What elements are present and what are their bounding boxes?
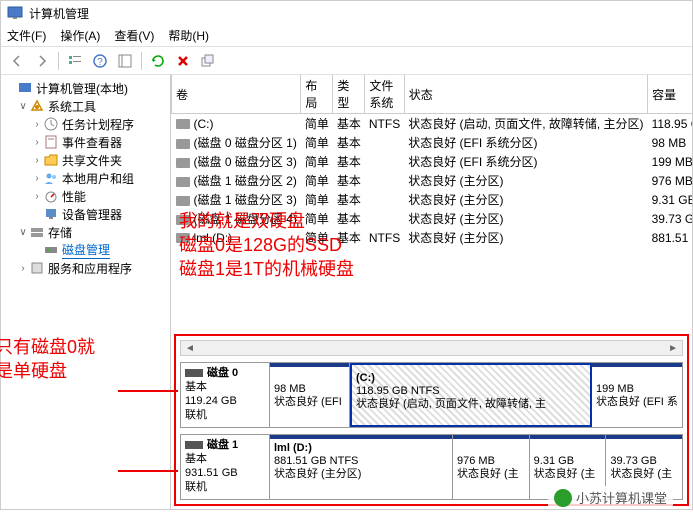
tree-sidebar: 计算机管理(本地) ∨系统工具 ›任务计划程序 ›事件查看器 ›共享文件夹 ›本… <box>1 75 171 509</box>
tree-system-tools[interactable]: ∨系统工具 <box>3 97 168 115</box>
disk1-partition-d[interactable]: lml (D:)881.51 GB NTFS状态良好 (主分区) <box>270 435 453 499</box>
tree-local-users[interactable]: ›本地用户和组 <box>3 169 168 187</box>
disk0-partition-1[interactable]: 98 MB状态良好 (EFI <box>270 363 350 427</box>
table-row[interactable]: (C:)简单基本NTFS状态良好 (启动, 页面文件, 故障转储, 主分区)11… <box>172 114 693 134</box>
col-type[interactable]: 类型 <box>333 75 365 114</box>
menu-action[interactable]: 操作(A) <box>60 27 100 44</box>
settings-button[interactable] <box>114 50 136 72</box>
window-title: 计算机管理 <box>29 5 89 22</box>
title-bar: 计算机管理 <box>1 1 692 25</box>
disk-0-header[interactable]: 磁盘 0 基本 119.24 GB 联机 <box>180 362 270 428</box>
col-fs[interactable]: 文件系统 <box>365 75 404 114</box>
tree-storage[interactable]: ∨存储 <box>3 223 168 241</box>
delete-button[interactable] <box>172 50 194 72</box>
col-capacity[interactable]: 容量 <box>648 75 692 114</box>
disk0-partition-3[interactable]: 199 MB状态良好 (EFI 系 <box>592 363 682 427</box>
col-layout[interactable]: 布局 <box>301 75 333 114</box>
table-row[interactable]: (磁盘 1 磁盘分区 4)简单基本状态良好 (主分区)39.73 GB39 <box>172 209 693 228</box>
tree-device-manager[interactable]: 设备管理器 <box>3 205 168 223</box>
watermark: 小苏计算机课堂 <box>548 486 673 509</box>
table-row[interactable]: (磁盘 0 磁盘分区 3)简单基本状态良好 (EFI 系统分区)199 MB19 <box>172 152 693 171</box>
scroll-indicator[interactable]: ◄► <box>180 340 683 356</box>
table-row[interactable]: (磁盘 1 磁盘分区 3)简单基本状态良好 (主分区)9.31 GB9.3 <box>172 190 693 209</box>
tree-services[interactable]: ›服务和应用程序 <box>3 259 168 277</box>
menu-file[interactable]: 文件(F) <box>7 27 46 44</box>
menu-view[interactable]: 查看(V) <box>114 27 154 44</box>
tree-event-viewer[interactable]: ›事件查看器 <box>3 133 168 151</box>
tree-performance[interactable]: ›性能 <box>3 187 168 205</box>
menu-bar: 文件(F) 操作(A) 查看(V) 帮助(H) <box>1 25 692 47</box>
help-button[interactable]: ? <box>89 50 111 72</box>
col-status[interactable]: 状态 <box>404 75 647 114</box>
properties-button[interactable] <box>197 50 219 72</box>
table-row[interactable]: (磁盘 1 磁盘分区 2)简单基本状态良好 (主分区)976 MB97 <box>172 171 693 190</box>
back-button[interactable] <box>6 50 28 72</box>
disk-graphical-area: ◄► 磁盘 0 基本 119.24 GB 联机 98 MB状态良好 (EFI (… <box>174 334 689 506</box>
tree-task-scheduler[interactable]: ›任务计划程序 <box>3 115 168 133</box>
toolbar: ? <box>1 47 692 75</box>
view-button[interactable] <box>64 50 86 72</box>
main-panel: 卷 布局 类型 文件系统 状态 容量 可 (C:)简单基本NTFS状态良好 (启… <box>171 75 692 509</box>
tree-root[interactable]: 计算机管理(本地) <box>3 79 168 97</box>
tree-shared-folders[interactable]: ›共享文件夹 <box>3 151 168 169</box>
svg-text:?: ? <box>97 57 103 68</box>
menu-help[interactable]: 帮助(H) <box>168 27 209 44</box>
app-icon <box>7 5 23 21</box>
forward-button[interactable] <box>31 50 53 72</box>
disk1-partition-2[interactable]: 976 MB状态良好 (主 <box>453 435 530 499</box>
table-row[interactable]: (磁盘 0 磁盘分区 1)简单基本状态良好 (EFI 系统分区)98 MB98 <box>172 133 693 152</box>
volume-table: 卷 布局 类型 文件系统 状态 容量 可 (C:)简单基本NTFS状态良好 (启… <box>171 75 692 247</box>
col-volume[interactable]: 卷 <box>172 75 301 114</box>
disk-1-header[interactable]: 磁盘 1 基本 931.51 GB 联机 <box>180 434 270 500</box>
disk0-partition-c[interactable]: (C:)118.95 GB NTFS状态良好 (启动, 页面文件, 故障转储, … <box>350 363 592 427</box>
refresh-button[interactable] <box>147 50 169 72</box>
table-row[interactable]: lml (D:)简单基本NTFS状态良好 (主分区)881.51 GB35 <box>172 228 693 247</box>
tree-disk-management[interactable]: 磁盘管理 <box>3 241 168 259</box>
disk-0-row: 磁盘 0 基本 119.24 GB 联机 98 MB状态良好 (EFI (C:)… <box>180 362 683 428</box>
